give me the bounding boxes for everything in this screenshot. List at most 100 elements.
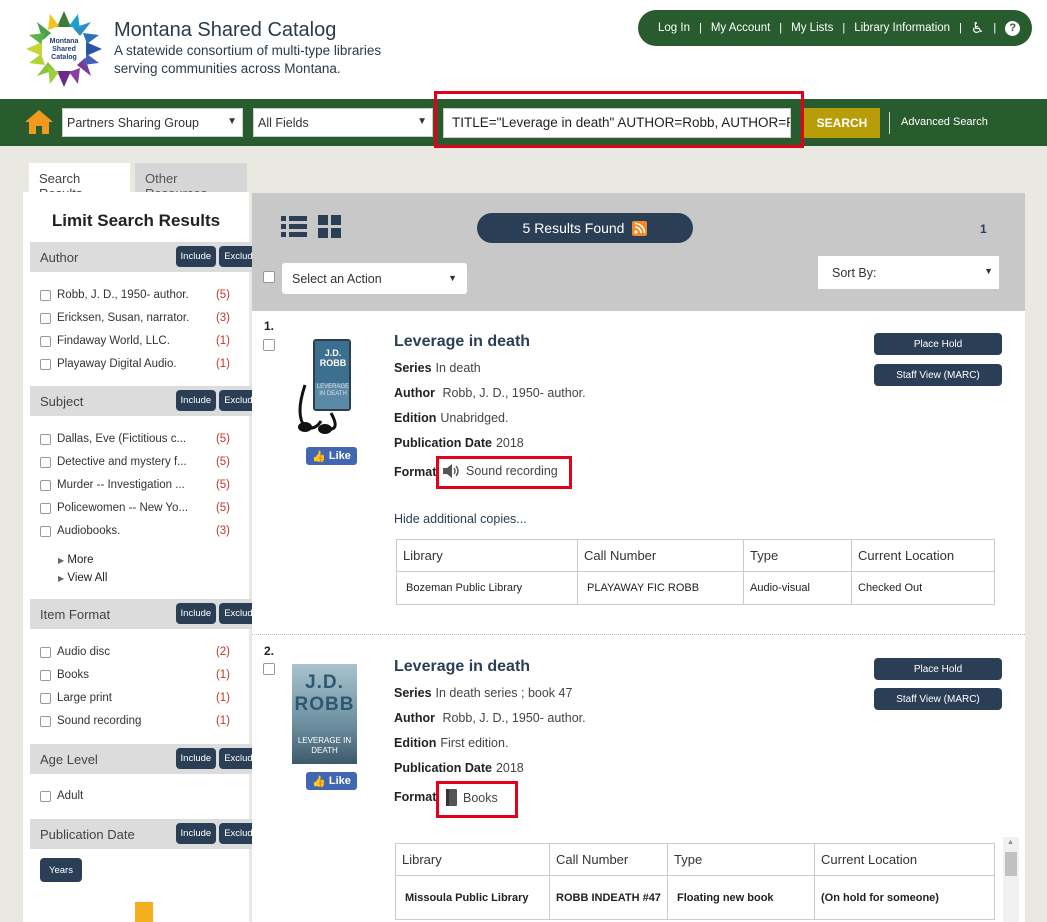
facet-count: (3) <box>215 312 230 324</box>
accessibility-icon[interactable]: ♿ <box>971 19 984 37</box>
series-link[interactable]: In death series ; book 47 <box>436 686 573 700</box>
author-include-button[interactable]: Include <box>175 246 217 267</box>
record-number: 2. <box>264 644 275 658</box>
checkbox[interactable] <box>40 312 51 324</box>
record-title-link[interactable]: Leverage in death <box>394 333 530 351</box>
help-icon[interactable]: ? <box>1005 20 1021 36</box>
tab-other-resources[interactable]: Other Resources <box>135 163 247 201</box>
checkbox[interactable] <box>40 335 51 347</box>
more-link[interactable]: ▶ More <box>58 554 94 566</box>
record-title-link[interactable]: Leverage in death <box>394 658 530 676</box>
my-lists-link[interactable]: My Lists <box>791 22 833 34</box>
checkbox[interactable] <box>40 790 51 802</box>
format-include-button[interactable]: Include <box>175 603 217 624</box>
scope-select[interactable]: Partners Sharing Group ▼ <box>62 108 243 137</box>
table-cell: Bozeman Public Library <box>396 571 578 605</box>
facet-item[interactable]: Robb, J. D., 1950- author. (5) <box>40 286 230 304</box>
page-number[interactable]: 1 <box>980 222 987 236</box>
staff-view-button[interactable]: Staff View (MARC) <box>874 688 1002 710</box>
edition-value: First edition. <box>440 736 509 750</box>
checkbox[interactable] <box>40 358 51 370</box>
facet-item[interactable]: Findaway World, LLC. (1) <box>40 332 230 350</box>
format-field: Format <box>394 790 436 804</box>
my-account-link[interactable]: My Account <box>711 22 770 34</box>
select-all-checkbox[interactable] <box>263 271 275 283</box>
checkbox[interactable] <box>40 715 51 727</box>
checkbox[interactable] <box>40 433 51 445</box>
table-cell: PLAYAWAY FIC ROBB <box>577 571 744 605</box>
facet-label: Books <box>57 669 89 681</box>
facet-item[interactable]: Audiobooks. (3) <box>40 522 230 540</box>
search-input[interactable]: TITLE="Leverage in death" AUTHOR=Robb, A… <box>443 108 791 138</box>
facet-item[interactable]: Policewomen -- New Yo... (5) <box>40 499 230 517</box>
action-select[interactable]: Select an Action ▼ <box>282 263 467 294</box>
facet-item[interactable]: Sound recording (1) <box>40 712 230 730</box>
copies-scrollbar[interactable] <box>1003 837 1019 922</box>
scroll-up-icon[interactable]: ▲ <box>1007 839 1014 846</box>
list-view-icon[interactable] <box>281 214 307 240</box>
years-button[interactable]: Years <box>40 858 82 882</box>
checkbox[interactable] <box>40 456 51 468</box>
login-link[interactable]: Log In <box>658 22 690 34</box>
sidebar-title: Limit Search Results <box>51 211 221 230</box>
field-label: Series <box>394 686 432 700</box>
record-checkbox[interactable] <box>263 663 275 675</box>
age-include-button[interactable]: Include <box>175 748 217 769</box>
facet-item[interactable]: Adult <box>40 787 230 805</box>
place-hold-button[interactable]: Place Hold <box>874 658 1002 680</box>
record-number: 1. <box>264 319 275 333</box>
nav-separator: | <box>993 22 997 34</box>
series-field: Series In death <box>394 361 481 375</box>
column-header: Library <box>395 843 550 876</box>
facebook-like-button[interactable]: 👍 Like <box>306 772 357 790</box>
grid-view-icon[interactable] <box>318 215 342 239</box>
pubdate-include-button[interactable]: Include <box>175 823 217 844</box>
checkbox[interactable] <box>40 502 51 514</box>
search-button[interactable]: SEARCH <box>804 108 880 138</box>
hide-copies-link[interactable]: Hide additional copies... <box>394 512 527 526</box>
record-checkbox[interactable] <box>263 339 275 351</box>
scrollbar-thumb[interactable] <box>1005 852 1017 876</box>
advanced-search-link[interactable]: Advanced Search <box>901 116 988 128</box>
facet-item[interactable]: Large print (1) <box>40 689 230 707</box>
checkbox[interactable] <box>40 289 51 301</box>
sort-select[interactable]: Sort By: ▼ <box>818 256 999 289</box>
cover-title-text: LEVERAGE IN DEATH <box>316 384 350 397</box>
column-header: Current Location <box>814 843 995 876</box>
home-icon[interactable] <box>24 109 54 135</box>
facet-item[interactable]: Detective and mystery f... (5) <box>40 453 230 471</box>
library-information-link[interactable]: Library Information <box>854 22 950 34</box>
checkbox[interactable] <box>40 669 51 681</box>
catalog-logo[interactable]: Montana Shared Catalog <box>25 10 103 88</box>
subject-include-button[interactable]: Include <box>175 390 217 411</box>
facebook-like-button[interactable]: 👍 Like <box>306 447 357 465</box>
staff-view-button[interactable]: Staff View (MARC) <box>874 364 1002 386</box>
table-cell: Checked Out <box>851 571 995 605</box>
facet-item[interactable]: Books (1) <box>40 666 230 684</box>
checkbox[interactable] <box>40 525 51 537</box>
field-select[interactable]: All Fields ▼ <box>253 108 433 137</box>
checkbox[interactable] <box>40 479 51 491</box>
series-link[interactable]: In death <box>436 361 481 375</box>
checkbox[interactable] <box>40 646 51 658</box>
facet-item[interactable]: Playaway Digital Audio. (1) <box>40 355 230 373</box>
rss-icon[interactable] <box>632 220 648 236</box>
facet-label: Large print <box>57 692 112 704</box>
facet-item[interactable]: Dallas, Eve (Fictitious c... (5) <box>40 430 230 448</box>
place-hold-button[interactable]: Place Hold <box>874 333 1002 355</box>
facet-item[interactable]: Murder -- Investigation ... (5) <box>40 476 230 494</box>
cover-author-text: J.D. ROBB <box>319 348 347 368</box>
facet-item[interactable]: Audio disc (2) <box>40 643 230 661</box>
author-link[interactable]: Robb, J. D., 1950- author. <box>442 386 585 400</box>
triangle-right-icon: ▶ <box>58 556 65 565</box>
facet-count: (1) <box>215 358 230 370</box>
tab-search-results[interactable]: Search Results <box>29 163 130 201</box>
facet-title: Age Level <box>40 752 98 767</box>
svg-text:Shared: Shared <box>52 46 76 53</box>
facet-item[interactable]: Ericksen, Susan, narrator. (3) <box>40 309 230 327</box>
checkbox[interactable] <box>40 692 51 704</box>
author-link[interactable]: Robb, J. D., 1950- author. <box>442 711 585 725</box>
view-all-link[interactable]: ▶ View All <box>58 572 107 584</box>
book-icon <box>446 789 457 806</box>
pubdate-value: 2018 <box>495 436 524 450</box>
